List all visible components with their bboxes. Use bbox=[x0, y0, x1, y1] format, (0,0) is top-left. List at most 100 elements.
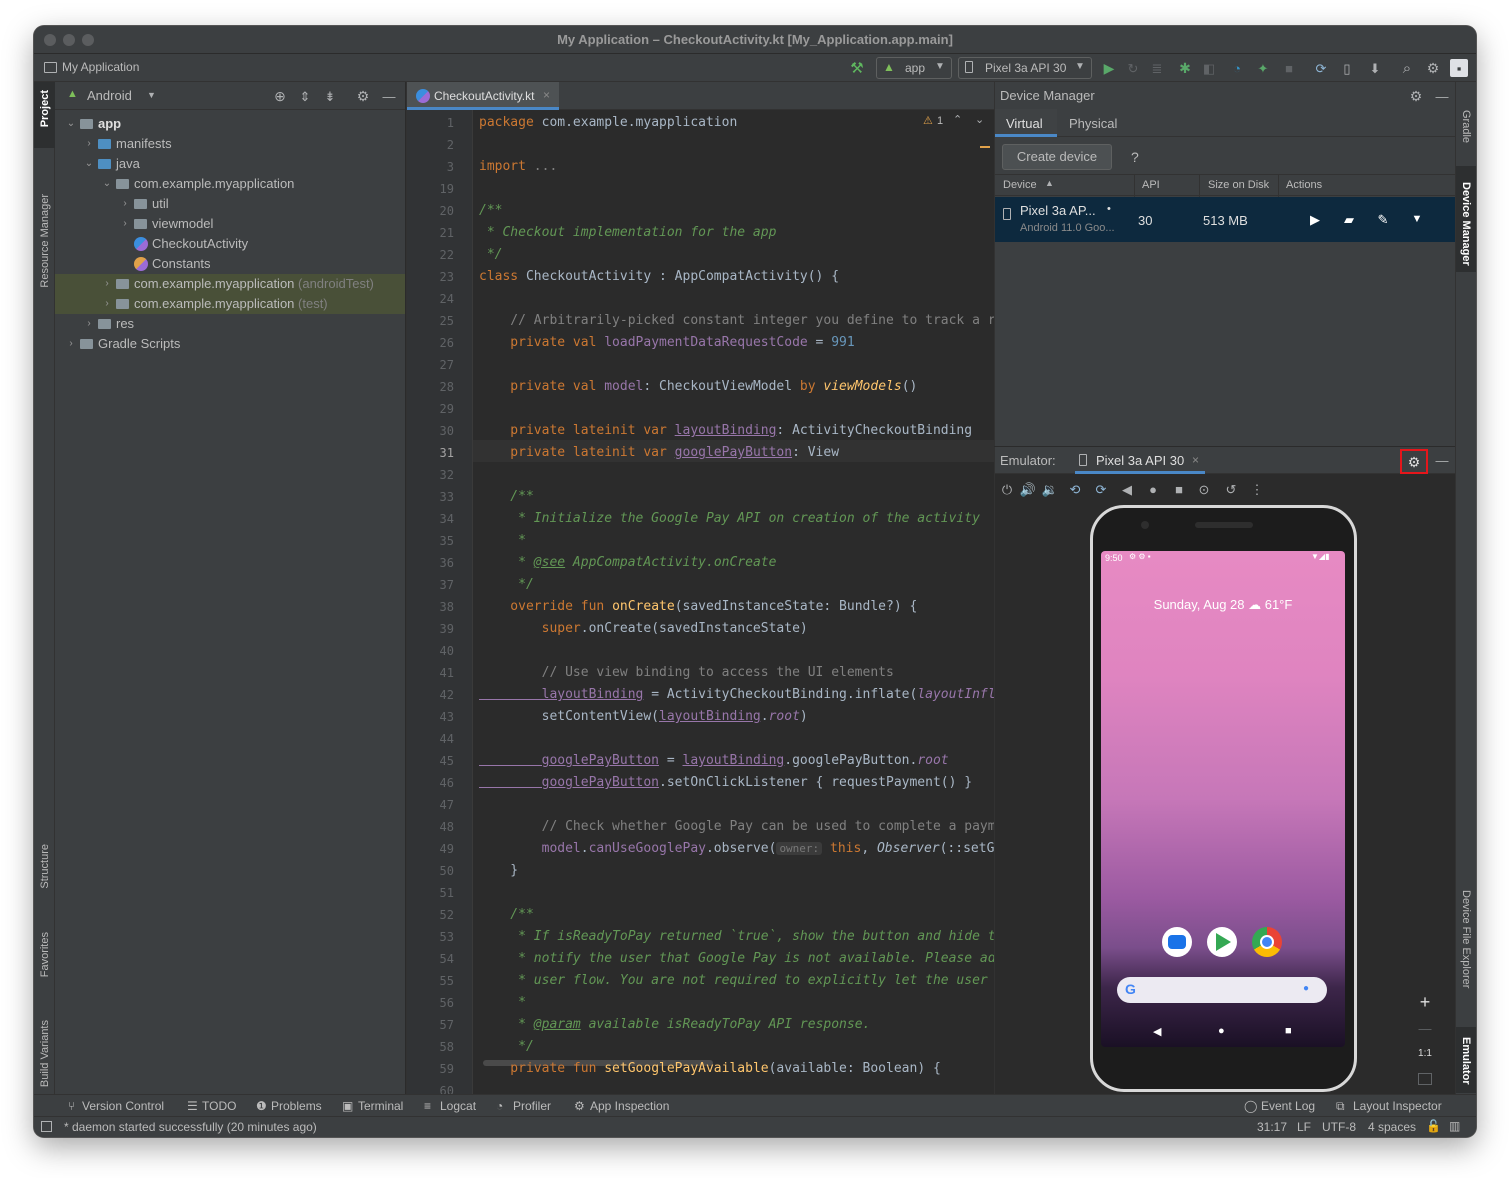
phone-screen[interactable]: 9:50 ⚙ ⚙ ▪ ▼◢▮ Sunday, Aug 28 ☁ 61°F G ●… bbox=[1101, 551, 1345, 1047]
caret-position[interactable]: 31:17 bbox=[1257, 1120, 1287, 1134]
code-line[interactable]: import ... bbox=[479, 156, 557, 178]
help-icon[interactable]: ? bbox=[1131, 149, 1139, 165]
chevron-down-icon[interactable]: ⌄ bbox=[65, 114, 77, 134]
gear-icon[interactable]: ⚙ bbox=[1407, 87, 1425, 105]
column-api[interactable]: API bbox=[1142, 179, 1160, 191]
code-line[interactable]: layoutBinding = ActivityCheckoutBinding.… bbox=[479, 684, 994, 706]
chevron-right-icon[interactable]: › bbox=[83, 134, 95, 154]
rotate-left-icon[interactable]: ⟲ bbox=[1066, 480, 1084, 498]
apply-changes-icon[interactable]: ↻ bbox=[1124, 59, 1142, 77]
emulator-settings-gear-icon[interactable]: ⚙ bbox=[1400, 449, 1428, 474]
code-line[interactable]: /** bbox=[479, 904, 534, 926]
code-line[interactable]: googlePayButton = layoutBinding.googlePa… bbox=[479, 750, 949, 772]
tool-profiler[interactable]: Profiler bbox=[513, 1095, 551, 1117]
line-number[interactable]: 44 bbox=[440, 728, 454, 750]
device-row[interactable]: Pixel 3a AP... • Android 11.0 Goo... 30 … bbox=[995, 197, 1456, 242]
tool-version-control[interactable]: Version Control bbox=[82, 1095, 164, 1117]
code-line[interactable]: * user flow. You are not required to exp… bbox=[479, 970, 988, 992]
code-line[interactable]: super.onCreate(savedInstanceState) bbox=[479, 618, 808, 640]
tool-logcat[interactable]: Logcat bbox=[440, 1095, 476, 1117]
tool-favorites[interactable]: Favorites bbox=[39, 932, 51, 977]
code-line[interactable]: * @see AppCompatActivity.onCreate bbox=[479, 552, 776, 574]
code-line[interactable]: */ bbox=[479, 244, 503, 266]
line-number[interactable]: 47 bbox=[440, 794, 454, 816]
line-number[interactable]: 34 bbox=[440, 508, 454, 530]
code-line[interactable]: /** bbox=[479, 486, 534, 508]
device-select[interactable]: Pixel 3a API 30 ▼ bbox=[958, 57, 1092, 79]
sort-asc-icon[interactable]: ▲ bbox=[1045, 178, 1054, 188]
zoom-in-icon[interactable]: + bbox=[1416, 993, 1434, 1011]
code-line[interactable]: override fun onCreate(savedInstanceState… bbox=[479, 596, 917, 618]
code-line[interactable]: private val loadPaymentDataRequestCode =… bbox=[479, 332, 854, 354]
line-number[interactable]: 36 bbox=[440, 552, 454, 574]
hide-panel-icon[interactable]: — bbox=[1433, 451, 1451, 469]
collapse-all-icon[interactable]: ⇟ bbox=[321, 87, 339, 105]
play-store-app-icon[interactable] bbox=[1207, 927, 1237, 957]
zoom-1to1-button[interactable]: 1:1 bbox=[1414, 1045, 1436, 1063]
line-number[interactable]: 31 bbox=[440, 442, 454, 464]
expand-all-icon[interactable]: ⇕ bbox=[296, 87, 314, 105]
column-size[interactable]: Size on Disk bbox=[1208, 179, 1269, 191]
power-icon[interactable]: ⏻ bbox=[998, 480, 1016, 498]
tree-item[interactable]: CheckoutActivity bbox=[55, 234, 405, 254]
close-icon[interactable]: × bbox=[1192, 453, 1199, 467]
line-number[interactable]: 38 bbox=[440, 596, 454, 618]
line-number[interactable]: 20 bbox=[440, 200, 454, 222]
chevron-down-icon[interactable]: ⌄ bbox=[101, 174, 113, 194]
project-view-select[interactable]: Android bbox=[87, 88, 132, 103]
chrome-app-icon[interactable] bbox=[1252, 927, 1282, 957]
hide-panel-icon[interactable]: — bbox=[1433, 87, 1451, 105]
open-folder-icon[interactable]: ▰ bbox=[1340, 210, 1358, 228]
device-manager-icon[interactable]: ▯ bbox=[1338, 59, 1356, 77]
code-line[interactable]: * bbox=[479, 992, 526, 1014]
gear-icon[interactable]: ⚙ bbox=[354, 87, 372, 105]
tool-resource-manager[interactable]: Resource Manager bbox=[39, 194, 51, 288]
code-line[interactable]: googlePayButton.setOnClickListener { req… bbox=[479, 772, 972, 794]
previous-highlight-icon[interactable]: ⌃ bbox=[953, 113, 962, 126]
tree-item[interactable]: ⌄ java bbox=[55, 154, 405, 174]
tool-problems[interactable]: Problems bbox=[271, 1095, 322, 1117]
tree-item[interactable]: › viewmodel bbox=[55, 214, 405, 234]
line-number[interactable]: 55 bbox=[440, 970, 454, 992]
line-number[interactable]: 37 bbox=[440, 574, 454, 596]
warning-stripe[interactable] bbox=[980, 146, 990, 148]
google-search-bar[interactable]: G ● bbox=[1117, 977, 1327, 1003]
line-number[interactable]: 46 bbox=[440, 772, 454, 794]
line-number[interactable]: 29 bbox=[440, 398, 454, 420]
attach-process-icon[interactable]: ✦ bbox=[1254, 59, 1272, 77]
code-line[interactable]: * @param available isReadyToPay API resp… bbox=[479, 1014, 870, 1036]
user-avatar-icon[interactable]: ▪ bbox=[1450, 59, 1468, 77]
line-number[interactable]: 58 bbox=[440, 1036, 454, 1058]
profile-icon[interactable]: ◔ bbox=[1228, 59, 1246, 77]
line-number[interactable]: 22 bbox=[440, 244, 454, 266]
minimize-window-button[interactable] bbox=[63, 34, 75, 46]
zoom-out-icon[interactable]: — bbox=[1416, 1019, 1434, 1037]
apply-code-changes-icon[interactable]: ≣ bbox=[1148, 59, 1166, 77]
back-icon[interactable]: ◀ bbox=[1118, 480, 1136, 498]
volume-up-icon[interactable]: 🔊 bbox=[1019, 480, 1037, 498]
line-number[interactable]: 43 bbox=[440, 706, 454, 728]
phone-recents-button[interactable]: ■ bbox=[1285, 1025, 1292, 1037]
close-window-button[interactable] bbox=[44, 34, 56, 46]
tool-gradle[interactable]: Gradle bbox=[1460, 110, 1472, 143]
line-separator[interactable]: LF bbox=[1297, 1120, 1311, 1134]
attach-debugger-icon[interactable]: ◧ bbox=[1200, 59, 1218, 77]
tool-todo[interactable]: TODO bbox=[202, 1095, 236, 1117]
code-line[interactable]: */ bbox=[479, 574, 534, 596]
tree-item[interactable]: › util bbox=[55, 194, 405, 214]
line-number[interactable]: 33 bbox=[440, 486, 454, 508]
column-actions[interactable]: Actions bbox=[1286, 179, 1322, 191]
line-number[interactable]: 25 bbox=[440, 310, 454, 332]
stop-icon[interactable]: ■ bbox=[1280, 59, 1298, 77]
line-number[interactable]: 51 bbox=[440, 882, 454, 904]
line-number[interactable]: 32 bbox=[440, 464, 454, 486]
code-line[interactable]: class CheckoutActivity : AppCompatActivi… bbox=[479, 266, 839, 288]
code-line[interactable]: * bbox=[479, 530, 526, 552]
run-icon[interactable]: ▶ bbox=[1100, 59, 1118, 77]
snapshot-icon[interactable]: ↺ bbox=[1222, 480, 1240, 498]
line-number[interactable]: 53 bbox=[440, 926, 454, 948]
tool-device-file-explorer[interactable]: Device File Explorer bbox=[1460, 890, 1472, 988]
emulator-tab[interactable]: Pixel 3a API 30 bbox=[1096, 453, 1184, 468]
zoom-fit-icon[interactable] bbox=[1418, 1073, 1432, 1085]
close-icon[interactable]: × bbox=[543, 88, 550, 102]
